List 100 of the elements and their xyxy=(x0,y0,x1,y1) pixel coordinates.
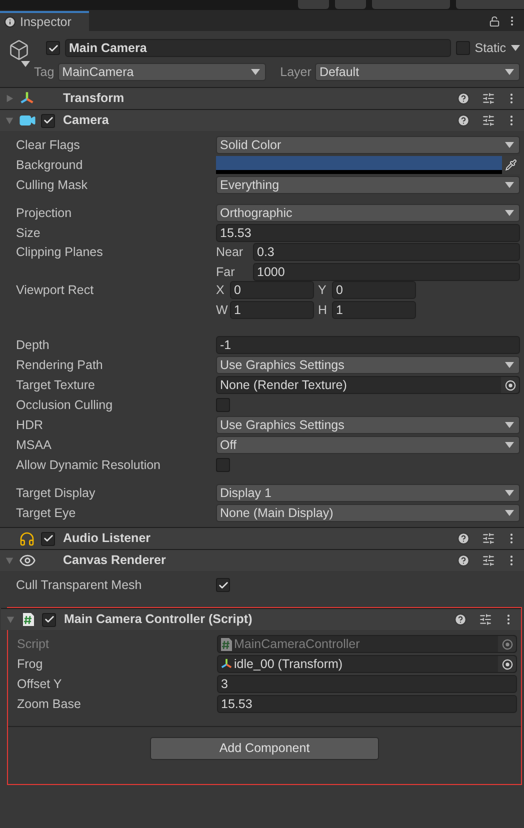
dropdown-value: MainCamera xyxy=(62,64,134,81)
name-field[interactable]: Main Camera xyxy=(65,39,451,57)
dropdown-value: Use Graphics Settings xyxy=(220,356,344,374)
dropdown-value: None (Main Display) xyxy=(220,504,334,522)
component-title: Canvas Renderer xyxy=(63,552,167,570)
caret-icon xyxy=(505,142,514,148)
help-icon[interactable] xyxy=(457,92,470,105)
eyedropper-icon[interactable] xyxy=(505,159,517,171)
dropdown-value: Everything xyxy=(220,176,280,194)
component-header[interactable]: Camera xyxy=(0,109,524,131)
field-label: X xyxy=(216,282,226,299)
component-header[interactable]: Canvas Renderer xyxy=(0,549,524,571)
caret-icon xyxy=(505,442,514,448)
eye-icon xyxy=(18,552,36,569)
help-icon[interactable] xyxy=(457,114,470,127)
layer-label: Layer xyxy=(280,64,312,81)
dropdown[interactable]: Everything xyxy=(216,176,520,194)
input-field[interactable]: 1000 xyxy=(253,263,520,281)
input-field[interactable]: 1 xyxy=(332,301,416,319)
input-field[interactable]: -1 xyxy=(216,336,520,354)
enable-checkbox[interactable] xyxy=(42,612,56,626)
tag-dropdown[interactable]: MainCamera xyxy=(58,63,266,81)
property-label: Depth xyxy=(16,336,50,354)
presets-icon[interactable] xyxy=(482,532,495,545)
target-icon[interactable] xyxy=(502,658,512,670)
dropdown-value: Solid Color xyxy=(220,136,282,154)
presets-icon[interactable] xyxy=(479,613,492,626)
checkbox[interactable] xyxy=(216,398,230,412)
property-label: Target Eye xyxy=(16,504,77,522)
check-icon xyxy=(48,42,58,54)
tab-title: Inspector xyxy=(20,14,72,31)
field-label: Y xyxy=(318,282,328,299)
inspector-tab[interactable]: Inspector xyxy=(0,11,89,31)
enable-checkbox[interactable] xyxy=(41,114,55,128)
info-icon xyxy=(4,16,16,28)
dropdown[interactable]: Orthographic xyxy=(216,204,520,222)
property-label: Target Display xyxy=(16,484,96,502)
dropdown-value: Default xyxy=(319,64,360,81)
input-field[interactable]: 3 xyxy=(217,675,517,693)
tag-label: Tag xyxy=(34,64,54,81)
property-label: Culling Mask xyxy=(16,176,89,194)
component-header[interactable]: Main Camera Controller (Script) xyxy=(1,608,521,630)
component-header[interactable]: Transform xyxy=(0,87,524,109)
input-field[interactable]: 15.53 xyxy=(216,224,520,242)
input-field[interactable]: 0 xyxy=(332,281,416,299)
hash-file-icon xyxy=(220,636,233,652)
dropdown[interactable]: Use Graphics Settings xyxy=(216,416,520,434)
dropdown[interactable]: Solid Color xyxy=(216,136,520,154)
caret-icon xyxy=(511,45,520,51)
cube-icon xyxy=(8,39,30,61)
property-label: Script xyxy=(17,636,50,653)
field-label: Near xyxy=(216,244,244,261)
property-label: Background xyxy=(16,156,84,174)
help-icon[interactable] xyxy=(454,613,467,626)
static-checkbox[interactable] xyxy=(456,41,470,55)
property-label: Target Texture xyxy=(16,376,96,394)
object-field[interactable]: idle_00 (Transform) xyxy=(217,655,517,673)
color-field[interactable] xyxy=(216,156,520,174)
component-header[interactable]: Audio Listener xyxy=(0,527,524,549)
input-field[interactable]: 0.3 xyxy=(253,243,520,261)
dropdown-value: Use Graphics Settings xyxy=(220,416,344,434)
layer-dropdown[interactable]: Default xyxy=(315,63,520,81)
dropdown[interactable]: Use Graphics Settings xyxy=(216,356,520,374)
target-icon[interactable] xyxy=(504,380,516,390)
check-icon xyxy=(218,580,228,590)
object-value: idle_00 (Transform) xyxy=(234,656,344,673)
object-field[interactable]: None (Render Texture) xyxy=(216,376,520,394)
input-field[interactable]: 0 xyxy=(230,281,314,299)
help-icon[interactable] xyxy=(457,532,470,545)
help-icon[interactable] xyxy=(457,554,470,567)
dropdown[interactable]: Display 1 xyxy=(216,484,520,502)
caret-icon xyxy=(505,510,514,516)
property-label: Rendering Path xyxy=(16,356,104,374)
enable-checkbox[interactable] xyxy=(41,532,55,546)
component-title: Main Camera Controller (Script) xyxy=(64,611,254,628)
check-icon xyxy=(42,115,54,126)
checkbox[interactable] xyxy=(216,458,230,472)
dropdown[interactable]: None (Main Display) xyxy=(216,504,520,522)
field-label: Far xyxy=(216,264,236,281)
presets-icon[interactable] xyxy=(482,92,495,105)
property-label: Cull Transparent Mesh xyxy=(16,576,143,594)
presets-icon[interactable] xyxy=(482,554,495,567)
property-label: MSAA xyxy=(16,436,52,454)
input-field[interactable]: 15.53 xyxy=(217,695,517,713)
lock-icon[interactable] xyxy=(489,16,500,26)
property-label: Clear Flags xyxy=(16,136,81,154)
property-label: Offset Y xyxy=(17,676,63,693)
field-label: W xyxy=(216,302,229,319)
dropdown-value: Display 1 xyxy=(220,484,272,502)
presets-icon[interactable] xyxy=(482,114,495,127)
checkbox[interactable] xyxy=(216,578,230,592)
active-checkbox[interactable] xyxy=(46,41,60,55)
dropdown[interactable]: Off xyxy=(216,436,520,454)
add-component-button[interactable]: Add Component xyxy=(150,737,379,760)
axes-icon xyxy=(220,658,233,670)
input-field[interactable]: 1 xyxy=(230,301,314,319)
caret-icon xyxy=(505,490,514,496)
caret-icon xyxy=(505,210,514,216)
property-label: Size xyxy=(16,224,42,242)
caret-icon xyxy=(505,362,514,368)
